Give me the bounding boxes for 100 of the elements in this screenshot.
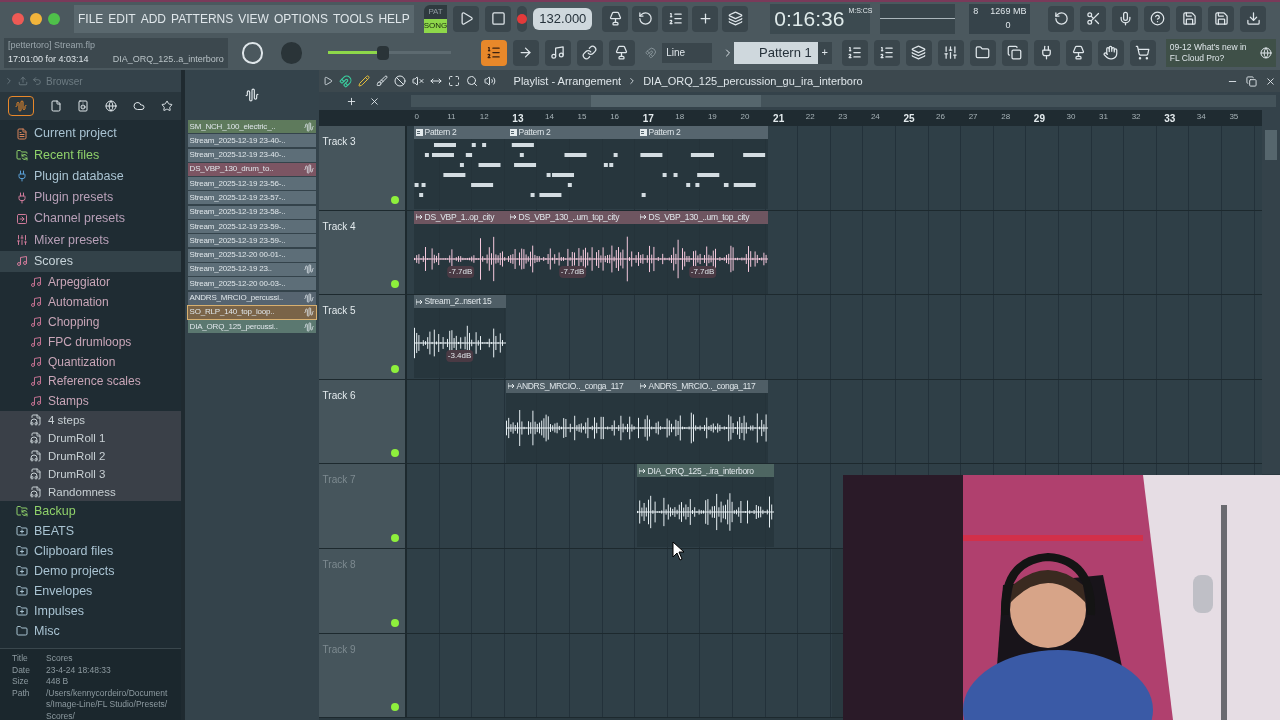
snap-dropdown[interactable]: Line — [662, 42, 712, 63]
browser-item[interactable]: Automation — [0, 291, 181, 312]
playlist-clip[interactable]: ANDRS_MRCIO.._conga_117 — [505, 379, 638, 463]
menu-item[interactable]: FILE — [78, 9, 104, 28]
clip-source-item[interactable]: Stream_2025-12-19 23-40-.. — [187, 134, 316, 148]
mute-icon[interactable] — [411, 75, 424, 87]
toolbar-button[interactable] — [632, 5, 659, 32]
browser-item[interactable]: Clipboard files — [0, 541, 181, 562]
toolbar-button[interactable] — [1112, 5, 1139, 32]
toolbar-button[interactable] — [1033, 39, 1060, 66]
playlist-clip[interactable]: Pattern 2 — [507, 126, 638, 209]
close-icon[interactable] — [1265, 75, 1276, 87]
browser-item[interactable]: 4 steps — [0, 411, 181, 430]
toolbar-button[interactable] — [1097, 39, 1124, 66]
clip-source-item[interactable]: Stream_2025-12-19 23-59-.. — [187, 234, 316, 248]
waveform-icon[interactable] — [244, 88, 259, 102]
browser-item[interactable]: Demo projects — [0, 561, 181, 582]
toolbar-button[interactable] — [1240, 5, 1267, 32]
toolbar-button[interactable] — [1208, 5, 1235, 32]
restore-icon[interactable] — [1246, 75, 1257, 87]
clip-source-item[interactable]: Stream_2025-12-19 23-59-.. — [187, 220, 316, 234]
stop-button[interactable] — [485, 5, 512, 32]
menu-item[interactable]: EDIT — [108, 9, 136, 28]
menu-item[interactable]: TOOLS — [332, 9, 374, 28]
pencil-icon[interactable] — [357, 75, 370, 87]
menu-item[interactable]: VIEW — [238, 9, 269, 28]
playlist-clip[interactable]: Pattern 2 — [637, 126, 768, 209]
clip-source-item[interactable]: Stream_2025-12-19 23.. — [187, 262, 316, 276]
news-panel[interactable]: 09-12 What's new in FL Cloud Pro? — [1165, 38, 1276, 67]
toolbar-button[interactable] — [905, 39, 932, 66]
browser-item[interactable]: Chopping — [0, 311, 181, 332]
star-icon[interactable] — [160, 100, 173, 112]
clip-source-item[interactable]: ANDRS_MRCIO_percussi.. — [187, 291, 316, 305]
browser-item[interactable]: FPC drumloops — [0, 331, 181, 352]
toolbar-button[interactable] — [722, 5, 749, 32]
playlist-clip[interactable]: DS_VBP_130_..um_top_city -7.7dB — [637, 210, 768, 294]
browser-item[interactable]: Mixer presets — [0, 229, 181, 251]
playlist-clip[interactable]: Pattern 2 — [413, 126, 508, 209]
toolbar-button[interactable] — [662, 5, 689, 32]
clip-source-item[interactable]: SM_NCH_100_electric_.. — [187, 120, 316, 133]
clip-source-item[interactable]: Stream_2025-12-20 00-03-.. — [187, 277, 316, 291]
knob[interactable] — [241, 41, 263, 64]
add-icon[interactable] — [345, 95, 357, 107]
toolbar-button[interactable] — [576, 39, 603, 66]
mode-option[interactable]: SONG — [423, 18, 448, 33]
file-icon[interactable] — [49, 100, 62, 112]
delete-icon[interactable] — [368, 95, 380, 107]
browser-item[interactable]: Envelopes — [0, 581, 181, 602]
browser-item[interactable]: DrumRoll 2 — [0, 447, 181, 466]
browser-item[interactable]: BEATS — [0, 521, 181, 542]
browser-item[interactable]: Reference scales — [0, 371, 181, 392]
zoom-icon[interactable] — [465, 75, 478, 87]
play-button[interactable] — [453, 5, 480, 32]
menu-item[interactable]: HELP — [378, 9, 410, 28]
toolbar-button[interactable] — [873, 39, 900, 66]
browser-item[interactable]: Plugin database — [0, 165, 181, 187]
slider-thumb[interactable] — [377, 45, 390, 60]
browser-item[interactable]: Plugin presets — [0, 186, 181, 209]
minimize-window-button[interactable] — [30, 12, 42, 25]
browser-item[interactable]: Randomness — [0, 483, 181, 502]
toolbar-button[interactable] — [1001, 39, 1028, 66]
browser-item[interactable]: Impulses — [0, 601, 181, 622]
browser-item[interactable]: Misc — [0, 621, 181, 642]
play-icon[interactable] — [322, 76, 333, 86]
pattern-selector[interactable]: Pattern 1 — [733, 41, 818, 64]
track-header[interactable]: Track 5 — [318, 295, 407, 379]
clip-source-item[interactable]: Stream_2025-12-19 23-40-.. — [187, 148, 316, 162]
playback-icon[interactable] — [483, 75, 496, 87]
browser-item[interactable]: Current project — [0, 123, 181, 145]
toolbar-button[interactable] — [544, 39, 571, 66]
clip-source-item[interactable]: Stream_2025-12-20 00-01-.. — [187, 248, 316, 262]
playlist-clip[interactable]: DS_VBP_1..op_city -7.7dB — [413, 210, 508, 294]
all-tab[interactable] — [8, 96, 34, 116]
toolbar-button[interactable] — [602, 5, 629, 32]
ban-icon[interactable] — [393, 75, 406, 87]
vertical-scrollbar[interactable] — [1262, 110, 1280, 474]
clip-source-item[interactable]: Stream_2025-12-19 23-56-.. — [187, 177, 316, 191]
toolbar-button[interactable] — [1129, 39, 1156, 66]
browser-item[interactable]: Arpeggiator — [0, 272, 181, 292]
menu-item[interactable]: PATTERNS — [171, 9, 234, 28]
clip-source-item[interactable]: SO_RLP_140_top_loop.. — [187, 305, 316, 319]
browser-item[interactable]: DrumRoll 1 — [0, 429, 181, 448]
globe-icon[interactable] — [105, 100, 118, 112]
browser-item[interactable]: Channel presets — [0, 208, 181, 230]
browser-item[interactable]: Stamps — [0, 391, 181, 412]
clip-source-item[interactable]: DIA_ORQ_125_percussi.. — [187, 320, 316, 334]
clip-source-item[interactable]: Stream_2025-12-19 23-57-.. — [187, 191, 316, 205]
browser-item[interactable]: Quantization — [0, 351, 181, 372]
magnet-icon[interactable] — [338, 74, 352, 88]
playlist-clip[interactable]: DIA_ORQ_125_..ira_interboro — [636, 464, 774, 548]
browser-item[interactable]: DrumRoll 3 — [0, 465, 181, 484]
toolbar-button[interactable] — [1144, 5, 1171, 32]
toolbar-button[interactable] — [1048, 5, 1075, 32]
playlist-clip[interactable]: DS_VBP_130_..um_top_city -7.7dB — [507, 210, 638, 294]
toolbar-button[interactable] — [969, 39, 996, 66]
master-volume-slider[interactable] — [327, 45, 451, 60]
toolbar-button[interactable] — [1080, 5, 1107, 32]
toolbar-button[interactable] — [1176, 5, 1203, 32]
track-header[interactable]: Track 6 — [318, 379, 407, 464]
horizontal-scrollbar[interactable] — [410, 95, 1276, 107]
